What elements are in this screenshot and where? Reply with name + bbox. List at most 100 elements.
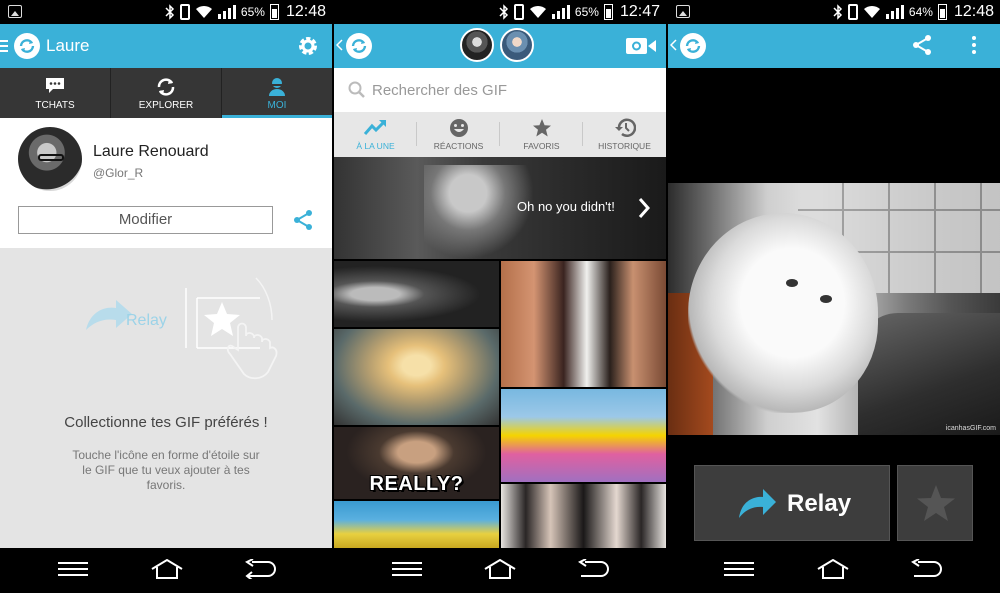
- avatar[interactable]: [460, 28, 494, 62]
- chat-participants: [460, 28, 534, 62]
- gif-viewer: icanhasGIF.com Relay: [668, 68, 1000, 548]
- relay-label: Relay: [787, 490, 852, 517]
- gif-grid: REALLY?: [334, 261, 666, 548]
- gif-thumbnail[interactable]: [334, 329, 499, 425]
- back-icon[interactable]: [910, 559, 942, 579]
- gif-caption: REALLY?: [369, 473, 464, 495]
- gif-thumbnail[interactable]: [501, 389, 666, 482]
- profile-handle: @Glor_R: [93, 166, 144, 180]
- bluetooth-icon: [499, 4, 508, 20]
- home-icon[interactable]: [483, 559, 517, 579]
- vibrate-icon: [513, 4, 524, 20]
- back-icon[interactable]: [577, 559, 609, 579]
- app-bar: [668, 24, 1000, 68]
- system-nav-bar: [334, 548, 666, 593]
- chevron-left-icon[interactable]: [336, 39, 343, 51]
- page-title: Laure: [46, 36, 90, 55]
- menu-icon[interactable]: [392, 561, 422, 577]
- browse-screen: 65% 12:47 À LA UNE RÉACTIONS: [334, 0, 666, 593]
- star-icon: [532, 119, 551, 137]
- gif-image[interactable]: icanhasGIF.com: [668, 183, 1000, 435]
- battery-icon: [937, 4, 947, 20]
- tab-label: HISTORIQUE: [598, 141, 651, 151]
- chat-icon: [46, 78, 64, 93]
- avatar: [18, 127, 82, 191]
- search-input[interactable]: [372, 78, 652, 102]
- wifi-icon: [863, 5, 881, 19]
- tab-label: À LA UNE: [356, 141, 395, 151]
- empty-favorites: Relay Collectionne tes GIF préférés ! To…: [0, 248, 332, 548]
- trending-icon: [363, 120, 386, 135]
- battery-percent: 65%: [574, 5, 599, 19]
- tab-tchats[interactable]: TCHATS: [0, 68, 111, 118]
- relay-arrow-icon: [739, 489, 776, 518]
- search-bar: [334, 68, 666, 112]
- tab-label: RÉACTIONS: [433, 141, 484, 151]
- status-bar: 65% 12:47: [334, 0, 666, 24]
- home-icon[interactable]: [150, 559, 184, 579]
- gif-thumbnail[interactable]: [334, 501, 499, 548]
- gif-thumbnail[interactable]: REALLY?: [334, 427, 499, 499]
- history-icon: [614, 118, 636, 137]
- menu-icon[interactable]: [58, 561, 88, 577]
- tab-featured[interactable]: À LA UNE: [334, 112, 417, 157]
- gif-viewer-screen: 64% 12:48 icanhasGIF.com Relay: [668, 0, 1000, 593]
- illustration-relay-label: Relay: [126, 312, 167, 329]
- gif-thumbnail[interactable]: [501, 484, 666, 548]
- gif-category-tabs: À LA UNE RÉACTIONS FAVORIS HISTORIQUE: [334, 112, 666, 157]
- tab-explorer[interactable]: EXPLORER: [111, 68, 222, 118]
- wifi-icon: [529, 5, 547, 19]
- gallery-notification-icon: [8, 5, 22, 18]
- favorite-button[interactable]: [897, 465, 973, 541]
- relay-button[interactable]: Relay: [694, 465, 890, 541]
- star-icon: [917, 485, 955, 521]
- app-logo-icon[interactable]: [346, 33, 372, 59]
- tab-history[interactable]: HISTORIQUE: [583, 112, 666, 157]
- back-icon[interactable]: [244, 559, 276, 579]
- tab-label: TCHATS: [35, 100, 75, 111]
- tab-reactions[interactable]: RÉACTIONS: [417, 112, 500, 157]
- video-camera-icon[interactable]: [626, 37, 656, 55]
- system-nav-bar: [668, 548, 1000, 593]
- tab-label: EXPLORER: [138, 100, 194, 111]
- tab-favorites[interactable]: FAVORIS: [500, 112, 583, 157]
- gallery-notification-icon: [676, 5, 690, 18]
- more-options-icon[interactable]: [971, 35, 977, 55]
- battery-percent: 65%: [240, 5, 265, 19]
- share-icon[interactable]: [292, 209, 314, 231]
- featured-gif-caption: Oh no you didn't!: [517, 199, 615, 214]
- chevron-right-icon: [638, 198, 650, 218]
- signal-icon: [217, 5, 236, 19]
- tab-label: FAVORIS: [523, 141, 560, 151]
- gear-icon[interactable]: [296, 34, 320, 58]
- search-icon: [348, 81, 365, 98]
- person-icon: [269, 78, 285, 96]
- app-logo-icon[interactable]: [14, 33, 40, 59]
- system-nav-bar: [0, 548, 332, 593]
- empty-state-description: Touche l'icône en forme d'étoile sur le …: [72, 448, 260, 492]
- chevron-left-icon[interactable]: [670, 39, 677, 51]
- avatar[interactable]: [500, 28, 534, 62]
- gif-thumbnail[interactable]: [501, 261, 666, 387]
- menu-icon[interactable]: [0, 38, 8, 54]
- gif-thumbnail[interactable]: [334, 261, 499, 327]
- wifi-icon: [195, 5, 213, 19]
- home-icon[interactable]: [816, 559, 850, 579]
- modify-profile-button[interactable]: Modifier: [18, 206, 273, 234]
- bluetooth-icon: [833, 4, 842, 20]
- share-icon[interactable]: [911, 34, 933, 56]
- clock: 12:47: [619, 3, 660, 20]
- status-bar: 65% 12:48: [0, 0, 332, 24]
- refresh-icon: [157, 78, 175, 96]
- battery-icon: [603, 4, 613, 20]
- tab-moi[interactable]: MOI: [222, 68, 332, 118]
- signal-icon: [551, 5, 570, 19]
- main-tabs: TCHATS EXPLORER MOI: [0, 68, 332, 118]
- featured-gif-banner[interactable]: Oh no you didn't!: [334, 157, 666, 259]
- app-logo-icon[interactable]: [680, 33, 706, 59]
- battery-percent: 64%: [908, 5, 933, 19]
- menu-icon[interactable]: [724, 561, 754, 577]
- profile-name: Laure Renouard: [93, 143, 209, 160]
- bluetooth-icon: [165, 4, 174, 20]
- vibrate-icon: [179, 4, 190, 20]
